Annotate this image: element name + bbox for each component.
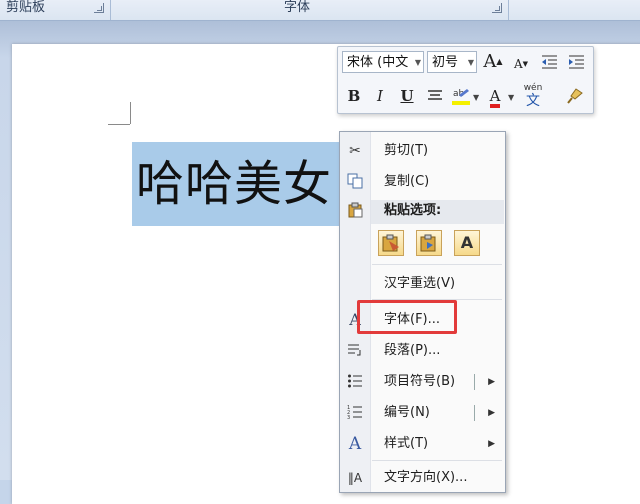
phonetic-bottom: 文 [526, 93, 540, 109]
menu-item-label: 项目符号(B) [384, 374, 456, 389]
menu-item-paste-options: 粘贴选项: [340, 198, 505, 224]
menu-item-bullets[interactable]: 项目符号(B) ▶ [340, 369, 505, 395]
font-name-combo[interactable]: 宋体 (中文 ▼ [342, 51, 424, 73]
menu-item-styles[interactable]: A 样式(T) ▶ [340, 431, 505, 457]
shrink-font-button[interactable]: A▼ [510, 53, 532, 75]
menu-item-label: 编号(N) [384, 405, 430, 420]
annotation-highlight-box [357, 300, 457, 334]
menu-item-label: 剪切(T) [384, 143, 429, 158]
center-align-icon [428, 90, 442, 100]
grow-font-button[interactable]: A▲ [482, 51, 504, 73]
menu-separator [372, 264, 502, 265]
chevron-right-icon[interactable]: ▶ [488, 400, 495, 426]
ribbon-separator [110, 0, 111, 20]
bullets-icon [346, 373, 364, 391]
ribbon-group-clipboard-label: 剪贴板 [6, 0, 46, 15]
menu-item-label: 文字方向(X)... [384, 470, 468, 485]
split-separator [474, 374, 475, 390]
paste-keep-format-icon [382, 234, 399, 252]
split-separator [474, 405, 475, 421]
font-size-value: 初号 [432, 55, 459, 70]
crop-mark [108, 124, 130, 125]
highlighter-icon: ab [452, 89, 470, 105]
underline-button[interactable]: U [396, 85, 418, 107]
paste-merge-format-icon [420, 234, 436, 252]
shrink-font-icon: A [513, 57, 523, 71]
copy-icon [346, 173, 364, 191]
paste-merge-format-button[interactable] [416, 230, 442, 256]
bold-button[interactable]: B [343, 85, 365, 107]
font-name-value: 宋体 (中文 [347, 55, 409, 70]
paste-text-only-button[interactable]: A [454, 230, 480, 256]
menu-item-cut[interactable]: ✂ 剪切(T) [340, 138, 505, 164]
styles-icon: A [348, 434, 362, 454]
menu-item-label: 汉字重选(V) [384, 276, 456, 291]
chevron-down-icon[interactable]: ▼ [473, 93, 479, 102]
menu-item-label: 粘贴选项: [384, 203, 442, 218]
font-color-button[interactable]: A [484, 85, 506, 108]
ribbon-group-labels: 剪贴板 字体 [0, 0, 640, 21]
paste-icon [346, 202, 364, 220]
scissors-icon: ✂ [349, 143, 361, 159]
font-launcher-icon[interactable] [492, 3, 502, 13]
phonetic-guide-icon: wén 文 [520, 83, 546, 109]
phonetic-top: wén [523, 83, 543, 93]
chevron-right-icon[interactable]: ▶ [488, 369, 495, 395]
menu-separator [372, 460, 502, 461]
menu-item-label: 复制(C) [384, 174, 430, 189]
menu-item-label: 段落(P)... [384, 343, 441, 358]
decrease-indent-icon [542, 55, 557, 69]
paste-text-only-icon: A [460, 233, 474, 252]
ribbon-separator [508, 0, 509, 20]
phonetic-guide-button[interactable]: wén 文 [520, 83, 546, 109]
chevron-right-icon: ▶ [488, 439, 495, 449]
highlight-button[interactable]: ab [450, 85, 472, 107]
clipboard-launcher-icon[interactable] [94, 3, 104, 13]
paste-keep-format-button[interactable] [378, 230, 404, 256]
chevron-down-icon[interactable]: ▼ [508, 93, 514, 102]
format-painter-button[interactable] [564, 85, 586, 107]
menu-item-reconvert[interactable]: 汉字重选(V) [340, 271, 505, 297]
menu-item-paragraph[interactable]: 段落(P)... [340, 338, 505, 364]
format-painter-icon [567, 88, 583, 104]
text-direction-icon: ‖A [347, 471, 363, 485]
menu-item-numbering[interactable]: 123 编号(N) ▶ [340, 400, 505, 426]
menu-item-label: 样式(T) [384, 436, 429, 451]
menu-item-copy[interactable]: 复制(C) [340, 169, 505, 195]
italic-button[interactable]: I [369, 85, 391, 107]
chevron-down-icon: ▼ [467, 58, 474, 67]
crop-mark [130, 102, 131, 124]
selected-text[interactable]: 哈哈美女 [132, 142, 366, 226]
font-size-combo[interactable]: 初号 ▼ [427, 51, 477, 73]
increase-indent-button[interactable] [565, 51, 587, 73]
font-color-icon: A [489, 88, 501, 108]
increase-indent-icon [569, 55, 584, 69]
chevron-down-icon: ▼ [414, 58, 421, 67]
numbering-icon: 123 [346, 404, 364, 422]
ribbon-group-font-label: 字体 [284, 0, 311, 15]
center-align-button[interactable] [424, 85, 446, 107]
grow-font-icon: A [483, 51, 497, 72]
paragraph-icon [346, 342, 364, 360]
svg-text:3: 3 [347, 415, 350, 420]
mini-toolbar: 宋体 (中文 ▼ 初号 ▼ A▲ A▼ B I U ab ▼ A ▼ wén 文 [337, 46, 594, 114]
menu-item-text-direction[interactable]: ‖A 文字方向(X)... [340, 465, 505, 491]
decrease-indent-button[interactable] [538, 51, 560, 73]
